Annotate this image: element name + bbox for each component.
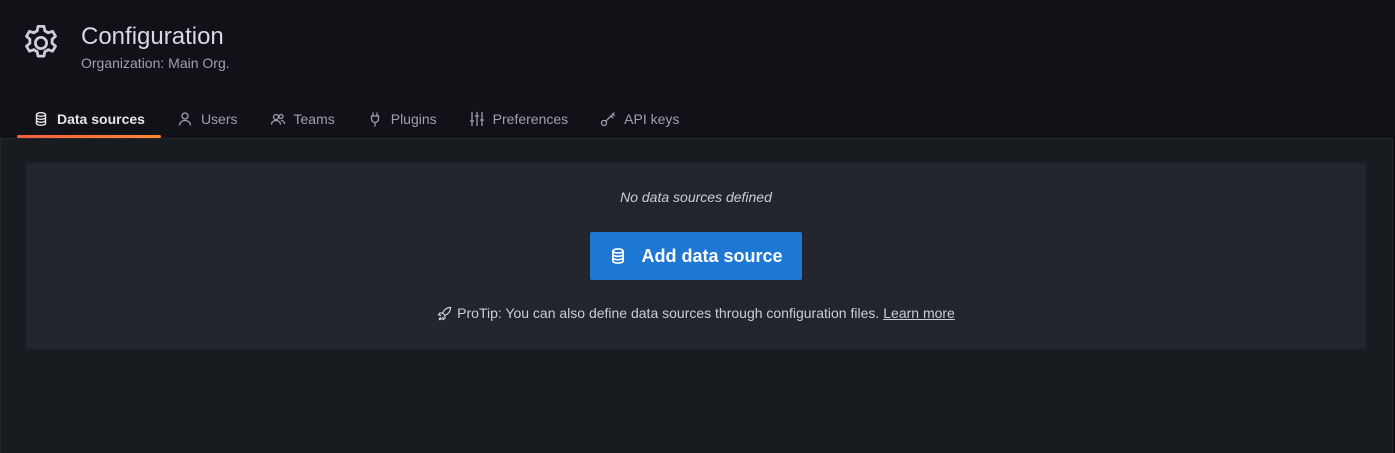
tab-label: Plugins	[390, 111, 437, 127]
database-icon	[33, 111, 49, 127]
tab-label: Users	[200, 111, 238, 127]
learn-more-link[interactable]: Learn more	[883, 305, 955, 321]
tab-bar: Data sources Users Teams Plugins Prefere…	[17, 100, 695, 138]
database-icon	[609, 247, 627, 265]
tab-label: Data sources	[57, 111, 145, 127]
empty-state-title: No data sources defined	[620, 189, 772, 205]
add-data-source-button[interactable]: Add data source	[590, 232, 802, 280]
empty-list-card: No data sources defined Add data source	[26, 163, 1366, 349]
sliders-icon	[469, 111, 485, 127]
users-icon	[270, 111, 286, 127]
tab-plugins[interactable]: Plugins	[351, 100, 453, 138]
protip: ProTip: You can also define data sources…	[26, 305, 1366, 321]
page-subtitle: Organization: Main Org.	[81, 55, 230, 71]
rocket-icon	[437, 306, 452, 321]
tab-data-sources[interactable]: Data sources	[17, 100, 161, 138]
plug-icon	[367, 111, 383, 127]
tab-label: Teams	[293, 111, 335, 127]
tab-preferences[interactable]: Preferences	[453, 100, 584, 138]
tab-label: API keys	[624, 111, 680, 127]
user-icon	[177, 111, 193, 127]
tab-users[interactable]: Users	[161, 100, 254, 138]
add-data-source-label: Add data source	[641, 245, 783, 266]
tab-api-keys[interactable]: API keys	[584, 100, 695, 138]
page-title: Configuration	[81, 23, 224, 50]
page-header: Configuration Organization: Main Org. Da…	[0, 0, 1395, 139]
tab-teams[interactable]: Teams	[254, 100, 351, 138]
tab-label: Preferences	[492, 111, 569, 127]
gear-icon	[20, 22, 62, 64]
protip-text: ProTip: You can also define data sources…	[457, 305, 880, 321]
header-row: Configuration Organization: Main Org.	[20, 22, 230, 72]
header-text: Configuration Organization: Main Org.	[81, 22, 230, 72]
key-icon	[600, 111, 616, 127]
page-content: No data sources defined Add data source	[0, 138, 1393, 453]
